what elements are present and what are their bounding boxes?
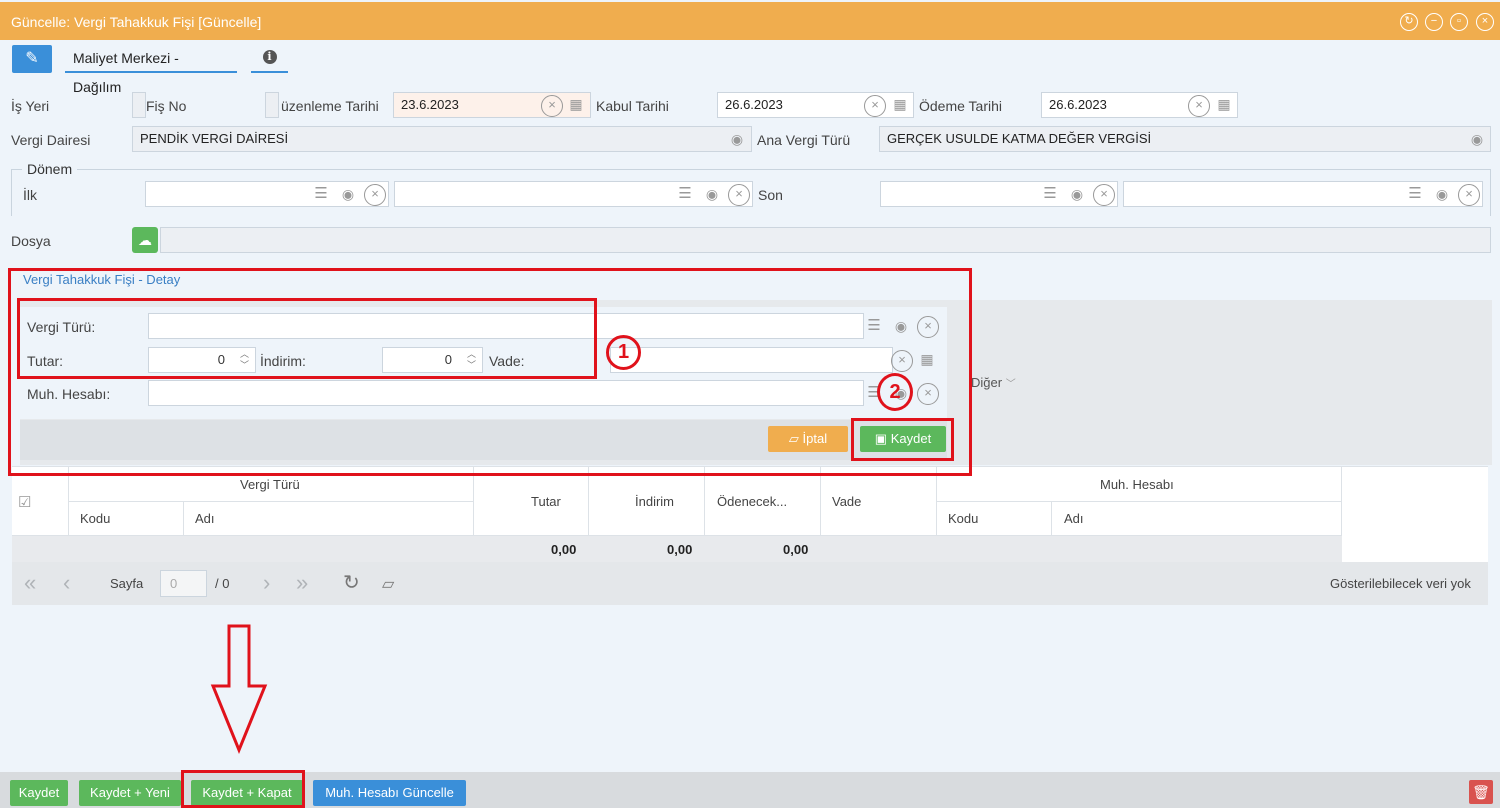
other-dropdown[interactable]: Diğer ﹀ (962, 371, 1030, 395)
minimize-icon[interactable]: − (1425, 13, 1443, 31)
edit-date-label: üzenleme Tarihi (281, 98, 379, 114)
eraser-icon[interactable]: ▱ (382, 574, 394, 594)
first-label: İlk (23, 187, 37, 203)
window-title: Güncelle: Vergi Tahakkuk Fişi [Güncelle] (11, 14, 262, 30)
refresh-icon[interactable]: ↻ (343, 570, 360, 595)
slip-no-label: Fiş No (146, 98, 187, 114)
grid-line (936, 466, 937, 536)
save-new-button[interactable]: Kaydet + Yeni (79, 780, 181, 806)
grid-line (68, 501, 473, 502)
clear-icon[interactable]: × (364, 184, 386, 206)
list-icon[interactable]: ☰ (310, 184, 332, 206)
tab-cost-center[interactable]: Maliyet Merkezi - Dağılım (65, 44, 237, 95)
first-page-icon[interactable]: « (24, 570, 36, 596)
eye-icon[interactable]: ◉ (337, 184, 359, 206)
window-titlebar: Güncelle: Vergi Tahakkuk Fişi [Güncelle]… (0, 2, 1500, 40)
clear-icon[interactable]: × (864, 95, 886, 117)
grid-line (820, 466, 821, 536)
tax-office-field[interactable]: PENDİK VERGİ DAİRESİ (132, 126, 752, 152)
clear-icon[interactable]: × (1188, 95, 1210, 117)
eye-icon[interactable]: ◉ (1466, 129, 1488, 151)
upload-icon[interactable]: ☁ (132, 227, 158, 253)
clear-icon[interactable]: × (728, 184, 750, 206)
info-icon[interactable]: i (251, 44, 288, 73)
file-label: Dosya (11, 233, 51, 249)
grid-line (936, 501, 1341, 502)
annotation-save-close-box (181, 770, 305, 808)
eye-icon[interactable]: ◉ (1431, 184, 1453, 206)
header-payable[interactable]: Ödenecek... (717, 494, 787, 509)
annotation-marker-2: 2 (877, 373, 913, 411)
list-icon[interactable]: ☰ (674, 184, 696, 206)
prev-page-icon[interactable]: ‹ (63, 570, 70, 596)
header-account-code[interactable]: Kodu (948, 511, 978, 526)
annotation-marker-1: 1 (606, 335, 641, 370)
main-tax-type-label: Ana Vergi Türü (757, 132, 851, 148)
pager (12, 562, 1488, 605)
accept-date-label: Kabul Tarihi (596, 98, 669, 114)
slip-no-checkbox[interactable] (265, 92, 279, 118)
total-payable: 0,00 (783, 542, 809, 557)
list-icon[interactable]: ☰ (1404, 184, 1426, 206)
eye-icon[interactable]: ◉ (726, 129, 748, 151)
empty-message: Gösterilebilecek veri yok (1330, 576, 1471, 591)
list-icon[interactable]: ☰ (1039, 184, 1061, 206)
clear-icon[interactable]: × (1093, 184, 1115, 206)
period-legend: Dönem (22, 161, 78, 177)
header-account-name[interactable]: Adı (1064, 511, 1084, 526)
header-code[interactable]: Kodu (80, 511, 110, 526)
annotation-save-box (851, 418, 954, 461)
payment-date-label: Ödeme Tarihi (919, 98, 1003, 114)
annotation-down-arrow-icon (210, 624, 268, 754)
last-label: Son (758, 187, 783, 203)
grid-line (183, 501, 184, 536)
annotation-fields-box (17, 298, 597, 379)
last-page-icon[interactable]: » (296, 570, 308, 596)
workplace-checkbox[interactable] (132, 92, 146, 118)
header-tax-type: Vergi Türü (240, 477, 300, 492)
grid-line (68, 466, 69, 536)
eye-icon[interactable]: ◉ (1066, 184, 1088, 206)
header-amount[interactable]: Tutar (531, 494, 561, 509)
calendar-icon[interactable]: ▦ (1213, 94, 1235, 116)
header-account: Muh. Hesabı (1100, 477, 1174, 492)
main-tax-type-field[interactable]: GERÇEK USULDE KATMA DEĞER VERGİSİ (879, 126, 1491, 152)
select-all-checkbox[interactable]: ☑ (18, 493, 31, 511)
grid-line (473, 466, 474, 536)
tax-office-label: Vergi Dairesi (11, 132, 91, 148)
eye-icon[interactable]: ◉ (701, 184, 723, 206)
calendar-icon[interactable]: ▦ (565, 94, 587, 116)
header-due[interactable]: Vade (832, 494, 861, 509)
maximize-icon[interactable]: ▫ (1450, 13, 1468, 31)
header-name[interactable]: Adı (195, 511, 215, 526)
page-total: / 0 (215, 576, 230, 591)
update-account-button[interactable]: Muh. Hesabı Güncelle (313, 780, 466, 806)
workplace-label: İş Yeri (11, 98, 50, 114)
save-button[interactable]: Kaydet (10, 780, 68, 806)
calendar-icon[interactable]: ▦ (889, 94, 911, 116)
total-amount: 0,00 (551, 542, 577, 557)
grid-line (1051, 501, 1052, 536)
grid-line (704, 466, 705, 536)
clear-icon[interactable]: × (541, 95, 563, 117)
first-period-name-field[interactable] (394, 181, 753, 207)
refresh-icon[interactable]: ↻ (1400, 13, 1418, 31)
page-input[interactable]: 0 (160, 570, 207, 597)
grid-line (588, 466, 589, 536)
page-label: Sayfa (110, 576, 144, 591)
file-field[interactable] (160, 227, 1491, 253)
total-discount: 0,00 (667, 542, 693, 557)
close-icon[interactable]: × (1476, 13, 1494, 31)
grid-line (1341, 466, 1342, 536)
next-page-icon[interactable]: › (263, 570, 270, 596)
chevron-down-icon: ﹀ (1005, 379, 1016, 390)
edit-icon[interactable]: ✎ (12, 45, 52, 73)
clear-icon[interactable]: × (1458, 184, 1480, 206)
last-period-name-field[interactable] (1123, 181, 1483, 207)
header-discount[interactable]: İndirim (635, 494, 674, 509)
trash-icon[interactable]: 🗑 (1469, 780, 1493, 804)
